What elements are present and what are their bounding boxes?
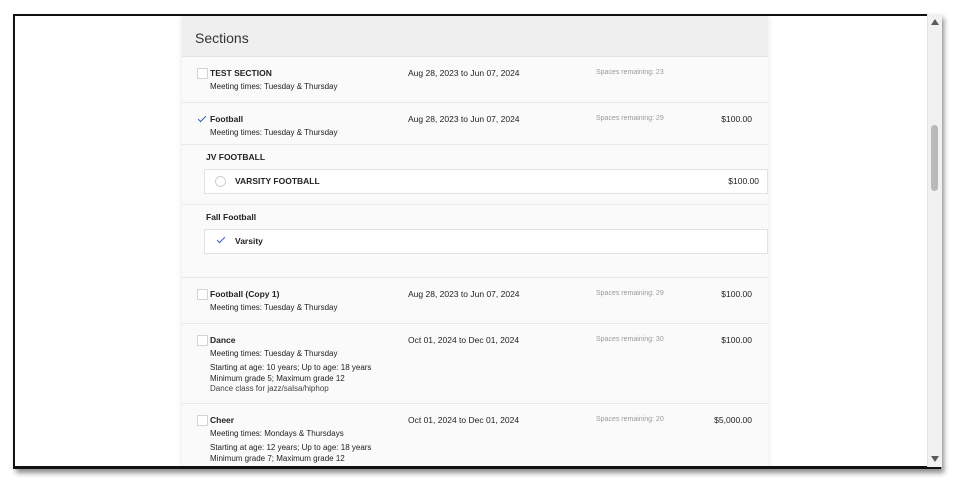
section-meeting-times: Meeting times: Mondays & Thursdays (210, 429, 344, 438)
section-checkbox[interactable] (197, 335, 208, 346)
section-age-range: Starting at age: 12 years; Up to age: 18… (210, 443, 372, 452)
option-label: Varsity (235, 236, 263, 246)
section-grade-range: Minimum grade 5; Maximum grade 12 (210, 374, 345, 383)
section-spaces-remaining: Spaces remaining: 20 (596, 416, 664, 423)
section-name: Football (Copy 1) (210, 289, 280, 299)
section-row-dance[interactable]: Dance Meeting times: Tuesday & Thursday … (182, 324, 768, 404)
section-meeting-times: Meeting times: Tuesday & Thursday (210, 82, 338, 91)
section-meeting-times: Meeting times: Tuesday & Thursday (210, 128, 338, 137)
section-name: Football (210, 114, 244, 124)
option-group-fall-football: Fall Football Varsity (182, 205, 768, 278)
section-description: Dance class for jazz/salsa/hiphop (210, 384, 329, 393)
sections-panel: Sections TEST SECTION Meeting times: Tue… (182, 16, 768, 466)
browser-viewport: Sections TEST SECTION Meeting times: Tue… (13, 14, 941, 469)
vertical-scrollbar[interactable] (927, 14, 942, 467)
section-spaces-remaining: Spaces remaining: 29 (596, 115, 664, 122)
scroll-down-arrow-icon[interactable] (931, 456, 939, 462)
section-name: Dance (210, 335, 236, 345)
section-checkbox[interactable] (197, 415, 208, 426)
checkmark-icon (197, 113, 207, 123)
option-varsity-football[interactable]: VARSITY FOOTBALL $100.00 (204, 169, 768, 194)
section-row-football-copy-1[interactable]: Football (Copy 1) Meeting times: Tuesday… (182, 278, 768, 324)
section-price: $5,000.00 (714, 415, 752, 425)
section-price: $100.00 (721, 335, 752, 345)
option-label: VARSITY FOOTBALL (235, 176, 320, 186)
scrollbar-thumb[interactable] (931, 125, 938, 191)
section-spaces-remaining: Spaces remaining: 30 (596, 336, 664, 343)
option-price: $100.00 (728, 176, 759, 186)
section-row-test-section[interactable]: TEST SECTION Meeting times: Tuesday & Th… (182, 57, 768, 103)
section-age-range: Starting at age: 10 years; Up to age: 18… (210, 363, 372, 372)
section-spaces-remaining: Spaces remaining: 23 (596, 69, 664, 76)
section-dates: Oct 01, 2024 to Dec 01, 2024 (408, 335, 520, 345)
section-meeting-times: Meeting times: Tuesday & Thursday (210, 303, 338, 312)
section-spaces-remaining: Spaces remaining: 29 (596, 290, 664, 297)
section-name: Cheer (210, 415, 235, 425)
section-row-cheer[interactable]: Cheer Meeting times: Mondays & Thursdays… (182, 404, 768, 466)
sections-header: Sections (182, 16, 768, 57)
section-price: $100.00 (721, 114, 752, 124)
radio-button[interactable] (215, 176, 226, 187)
section-checkbox[interactable] (197, 289, 208, 300)
section-dates: Aug 28, 2023 to Jun 07, 2024 (408, 289, 520, 299)
scroll-up-arrow-icon[interactable] (931, 19, 939, 25)
section-meeting-times: Meeting times: Tuesday & Thursday (210, 349, 338, 358)
option-group-jv-football: JV FOOTBALL VARSITY FOOTBALL $100.00 (182, 145, 768, 205)
section-row-football[interactable]: Football Meeting times: Tuesday & Thursd… (182, 103, 768, 145)
option-varsity[interactable]: Varsity (204, 229, 768, 254)
option-group-label: Fall Football (206, 212, 257, 222)
section-checkbox-checked[interactable] (197, 113, 207, 123)
option-group-label: JV FOOTBALL (206, 152, 266, 162)
checkmark-icon[interactable] (216, 234, 226, 244)
section-dates: Aug 28, 2023 to Jun 07, 2024 (408, 114, 520, 124)
section-name: TEST SECTION (210, 68, 272, 78)
section-dates: Aug 28, 2023 to Jun 07, 2024 (408, 68, 520, 78)
section-dates: Oct 01, 2024 to Dec 01, 2024 (408, 415, 520, 425)
section-grade-range: Minimum grade 7; Maximum grade 12 (210, 454, 345, 463)
section-checkbox[interactable] (197, 68, 208, 79)
section-price: $100.00 (721, 289, 752, 299)
